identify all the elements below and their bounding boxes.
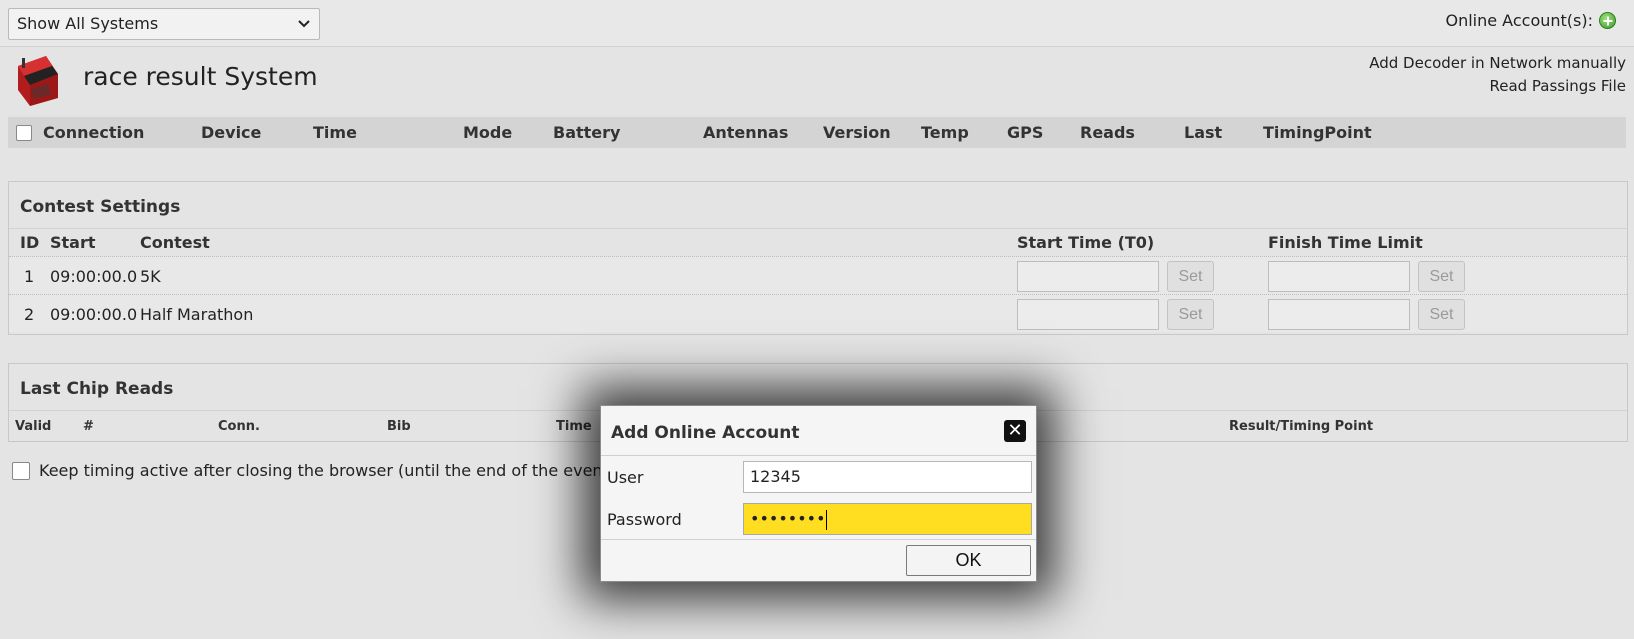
contest-id: 2	[24, 305, 35, 324]
system-select[interactable]: Show All Systems	[8, 8, 320, 40]
race-result-logo	[18, 56, 58, 106]
dialog-header: Add Online Account ✕	[601, 406, 1036, 456]
user-label: User	[607, 468, 644, 487]
header-bib: Bib	[387, 419, 411, 434]
col-connection: Connection	[43, 123, 145, 142]
col-last: Last	[1184, 123, 1223, 142]
col-time: Time	[313, 123, 357, 142]
header-num: #	[83, 419, 94, 434]
online-accounts: Online Account(s):	[1445, 11, 1616, 30]
header-result: Result/Timing Point	[1229, 419, 1374, 434]
read-passings-link[interactable]: Read Passings File	[1369, 75, 1626, 98]
device-table-header: Connection Device Time Mode Battery Ante…	[8, 117, 1626, 148]
chevron-down-icon	[298, 20, 310, 28]
online-accounts-label: Online Account(s):	[1445, 11, 1593, 30]
col-mode: Mode	[463, 123, 513, 142]
user-input[interactable]: 12345	[743, 461, 1032, 493]
side-links: Add Decoder in Network manually Read Pas…	[1369, 52, 1626, 98]
dialog-footer: OK	[601, 539, 1036, 581]
header-conn: Conn.	[218, 419, 260, 434]
finish-limit-input[interactable]	[1268, 299, 1410, 330]
col-battery: Battery	[553, 123, 621, 142]
text-caret	[825, 509, 827, 530]
col-device: Device	[201, 123, 262, 142]
ok-button[interactable]: OK	[906, 545, 1031, 576]
start-time-input[interactable]	[1017, 299, 1159, 330]
system-title: race result System	[83, 62, 318, 91]
start-time-set-button[interactable]: Set	[1167, 261, 1214, 292]
col-version: Version	[823, 123, 891, 142]
contest-settings-title: Contest Settings	[9, 182, 1627, 229]
header-valid: Valid	[15, 419, 52, 434]
header-start: Start	[50, 233, 96, 252]
topbar: Show All Systems Online Account(s):	[0, 0, 1634, 47]
header-time: Time	[556, 419, 592, 434]
start-time-set-button[interactable]: Set	[1167, 299, 1214, 330]
finish-limit-set-button[interactable]: Set	[1418, 299, 1465, 330]
start-time-input[interactable]	[1017, 261, 1159, 292]
keep-active-checkbox[interactable]	[12, 461, 30, 480]
contest-start: 09:00:00.0	[50, 305, 138, 324]
contest-start: 09:00:00.0	[50, 267, 138, 286]
add-decoder-link[interactable]: Add Decoder in Network manually	[1369, 52, 1626, 75]
contest-settings-panel: Contest Settings ID Start Contest Start …	[8, 181, 1628, 335]
header-start-time: Start Time (T0)	[1017, 233, 1155, 252]
col-antennas: Antennas	[703, 123, 789, 142]
password-label: Password	[607, 510, 682, 529]
contest-name: Half Marathon	[140, 305, 254, 324]
col-temp: Temp	[921, 123, 969, 142]
dialog-title: Add Online Account	[611, 423, 800, 443]
close-icon[interactable]: ✕	[1004, 420, 1026, 442]
finish-limit-set-button[interactable]: Set	[1418, 261, 1465, 292]
add-account-icon[interactable]	[1599, 12, 1616, 29]
add-online-account-dialog: Add Online Account ✕ User 12345 Password…	[600, 405, 1037, 582]
keep-active-option: Keep timing active after closing the bro…	[12, 461, 615, 480]
col-gps: GPS	[1007, 123, 1044, 142]
contest-row: 1 09:00:00.0 5K Set Set	[9, 256, 1627, 294]
contest-settings-header: ID Start Contest Start Time (T0) Finish …	[9, 229, 1627, 256]
header-finish-limit: Finish Time Limit	[1268, 233, 1423, 252]
col-reads: Reads	[1080, 123, 1135, 142]
finish-limit-input[interactable]	[1268, 261, 1410, 292]
keep-active-label: Keep timing active after closing the bro…	[39, 461, 616, 480]
col-timingpoint: TimingPoint	[1263, 123, 1372, 142]
contest-id: 1	[24, 267, 35, 286]
header-contest: Contest	[140, 233, 210, 252]
chip-reads-title: Last Chip Reads	[9, 364, 1627, 411]
contest-row: 2 09:00:00.0 Half Marathon Set Set	[9, 294, 1627, 332]
password-value: ••••••••	[750, 509, 826, 528]
header-id: ID	[20, 233, 40, 252]
select-all-checkbox[interactable]	[16, 125, 32, 141]
password-input[interactable]: ••••••••	[743, 503, 1032, 535]
system-select-value: Show All Systems	[17, 14, 159, 33]
contest-name: 5K	[140, 267, 161, 286]
